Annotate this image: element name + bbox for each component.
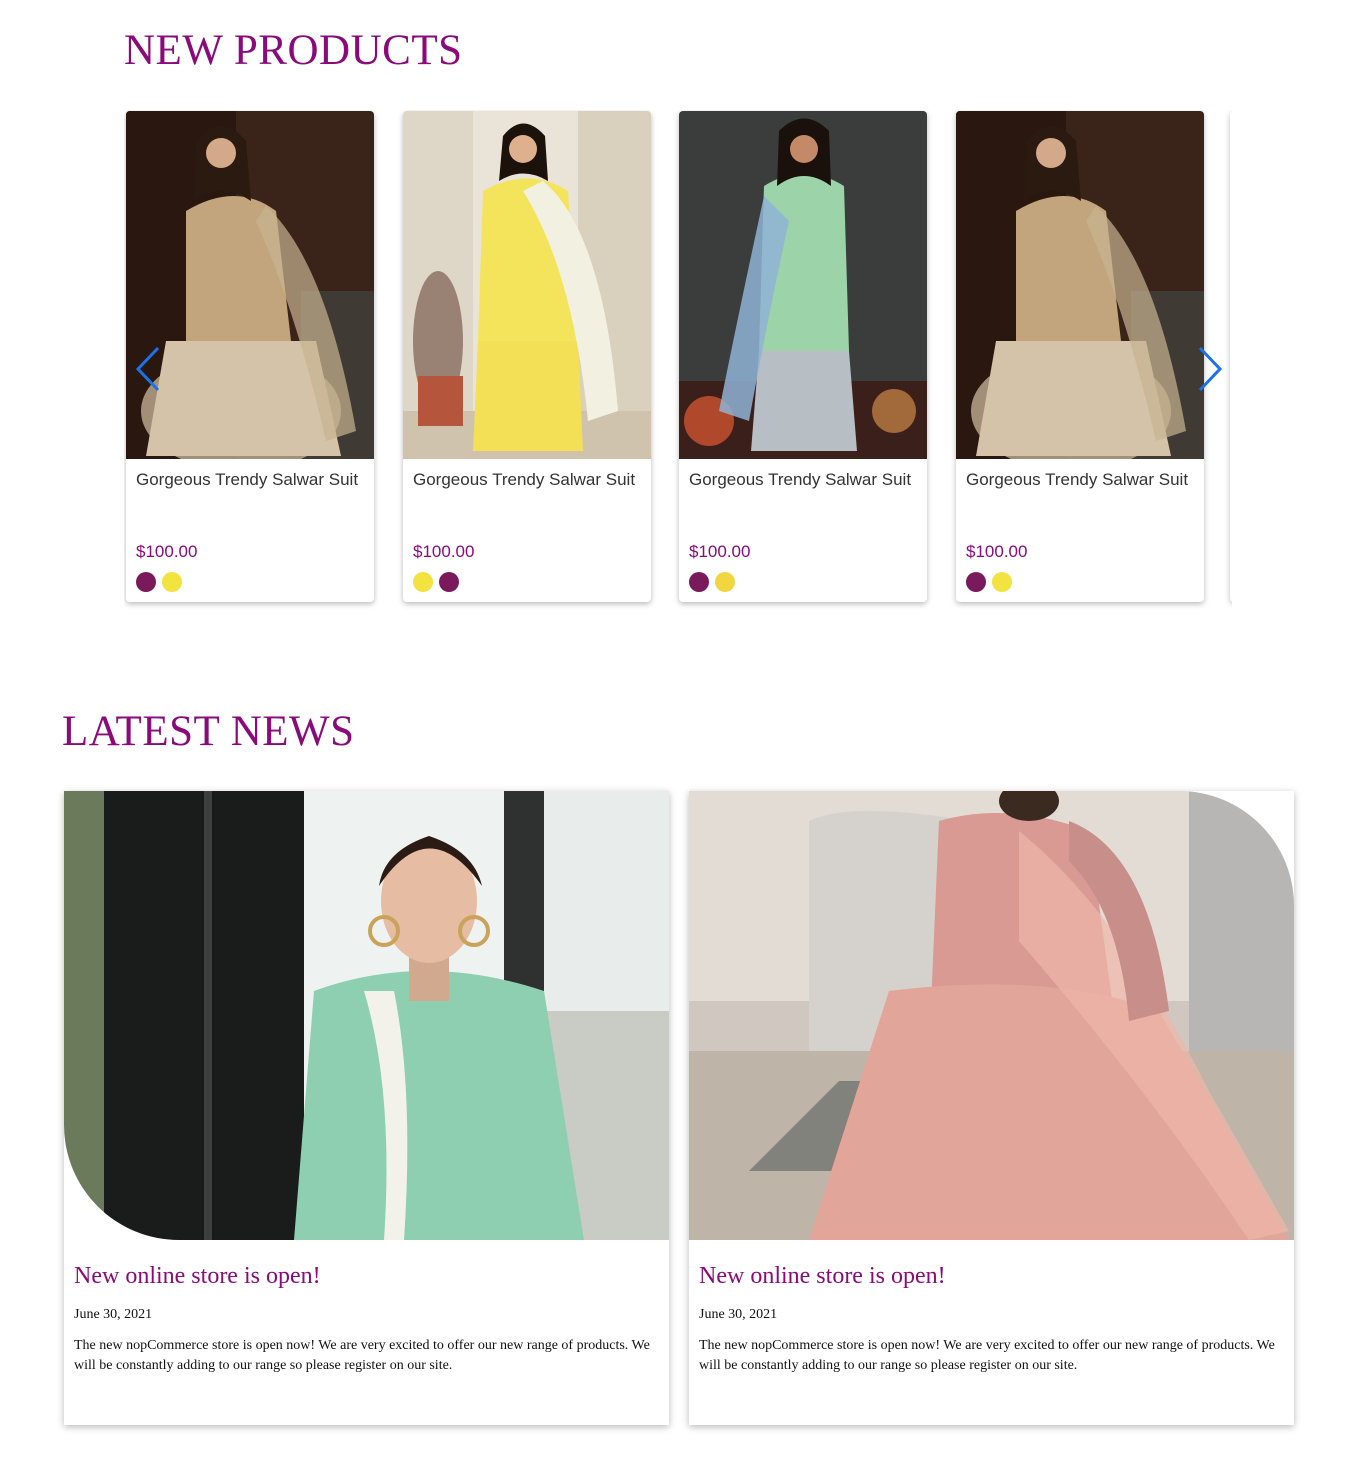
chevron-right-icon[interactable] <box>1196 346 1224 392</box>
color-swatches <box>689 572 741 592</box>
product-card[interactable]: Gorgeous Trendy Salwar Suit $100.00 <box>679 111 927 602</box>
color-swatches <box>966 572 1018 592</box>
product-name[interactable]: Gorgeous Trendy Salwar Suit <box>413 470 643 490</box>
product-price: $100.00 <box>689 542 751 561</box>
news-body: The new nopCommerce store is open now! W… <box>74 1338 650 1373</box>
color-swatch-purple[interactable] <box>439 572 459 592</box>
color-swatch-purple[interactable] <box>689 572 709 592</box>
product-card-partial[interactable] <box>1230 111 1232 602</box>
news-body: The new nopCommerce store is open now! W… <box>699 1338 1275 1373</box>
product-name[interactable]: Gorgeous Trendy Salwar Suit <box>136 470 366 490</box>
news-title[interactable]: New online store is open! <box>74 1263 321 1290</box>
product-name[interactable]: Gorgeous Trendy Salwar Suit <box>966 470 1196 490</box>
product-price: $100.00 <box>413 542 475 561</box>
news-card[interactable]: New online store is open! June 30, 2021 … <box>689 791 1294 1425</box>
product-name[interactable]: Gorgeous Trendy Salwar Suit <box>689 470 919 490</box>
news-image[interactable] <box>64 791 669 1240</box>
news-date: June 30, 2021 <box>74 1307 153 1322</box>
product-price: $100.00 <box>136 542 198 561</box>
chevron-left-icon[interactable] <box>134 346 162 392</box>
product-price: $100.00 <box>966 542 1028 561</box>
color-swatch-yellow[interactable] <box>715 572 735 592</box>
color-swatch-yellow[interactable] <box>413 572 433 592</box>
news-date: June 30, 2021 <box>699 1307 778 1322</box>
news-image[interactable] <box>689 791 1294 1240</box>
product-image[interactable] <box>403 111 651 459</box>
new-products-title: NEW PRODUCTS <box>124 27 463 74</box>
product-image[interactable] <box>126 111 374 459</box>
product-image[interactable] <box>956 111 1204 459</box>
product-card[interactable]: Gorgeous Trendy Salwar Suit $100.00 <box>956 111 1204 602</box>
latest-news-title: LATEST NEWS <box>62 708 355 755</box>
color-swatch-yellow[interactable] <box>162 572 182 592</box>
color-swatch-purple[interactable] <box>966 572 986 592</box>
product-card[interactable]: Gorgeous Trendy Salwar Suit $100.00 <box>126 111 374 602</box>
color-swatches <box>136 572 188 592</box>
color-swatches <box>413 572 465 592</box>
news-card[interactable]: New online store is open! June 30, 2021 … <box>64 791 669 1425</box>
color-swatch-purple[interactable] <box>136 572 156 592</box>
product-image[interactable] <box>679 111 927 459</box>
product-carousel: Gorgeous Trendy Salwar Suit $100.00 Gorg… <box>124 110 1232 620</box>
product-card[interactable]: Gorgeous Trendy Salwar Suit $100.00 <box>403 111 651 602</box>
color-swatch-yellow[interactable] <box>992 572 1012 592</box>
news-title[interactable]: New online store is open! <box>699 1263 946 1290</box>
